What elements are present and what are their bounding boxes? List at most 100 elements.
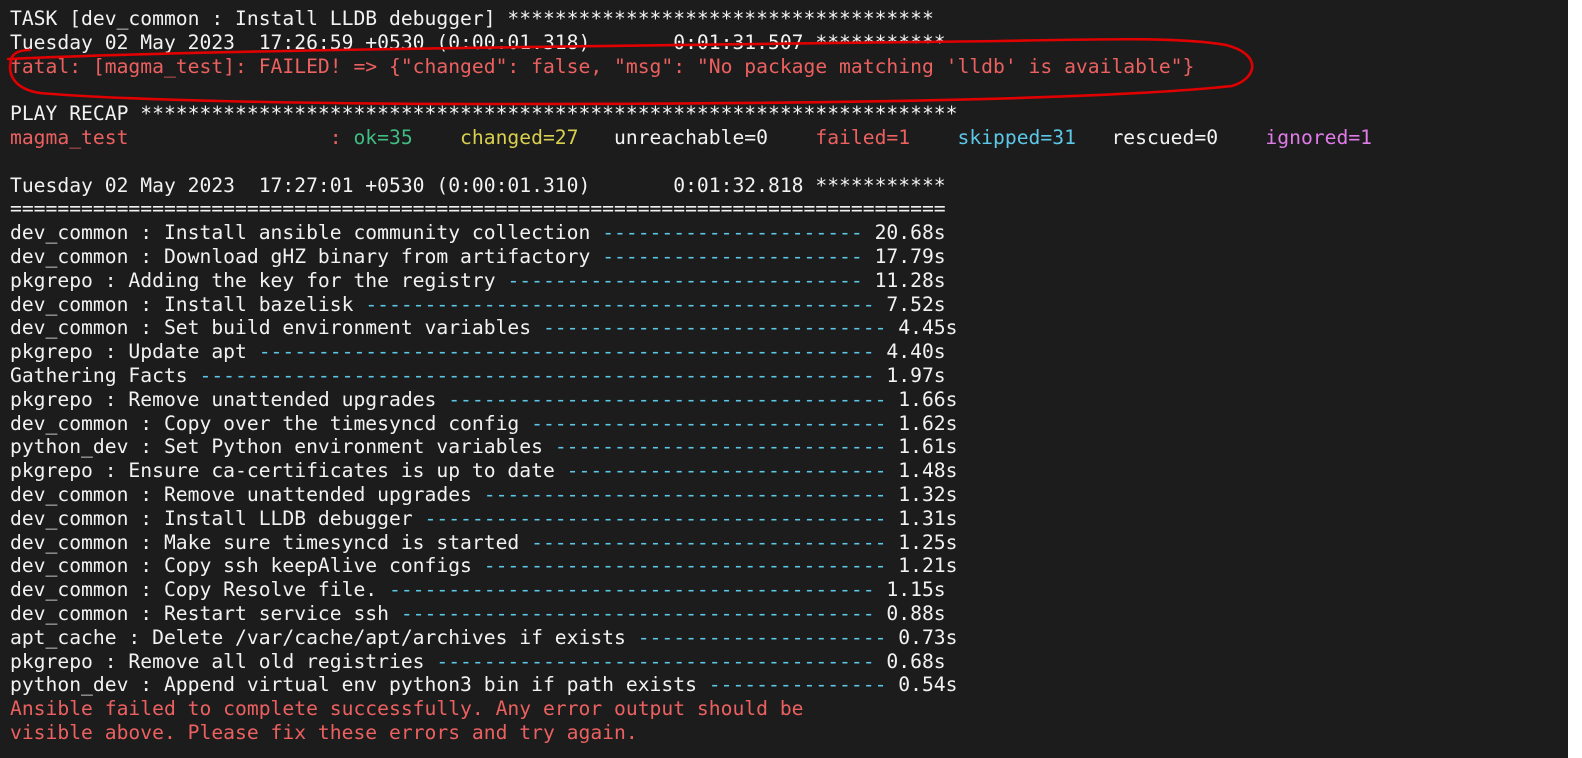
terminal-text: TASK [dev_common : Install LLDB debugger… — [10, 7, 934, 30]
terminal-window[interactable]: TASK [dev_common : Install LLDB debugger… — [0, 0, 1568, 758]
terminal-text: dev_common : Restart service ssh — [10, 601, 401, 625]
terminal-text: rescued=0 — [1099, 125, 1254, 149]
terminal-text: ---------------------------- — [554, 435, 887, 459]
terminal-line: dev_common : Copy over the timesyncd con… — [10, 412, 1372, 436]
terminal-line: Ansible failed to complete successfully.… — [10, 697, 1372, 721]
terminal-text: dev_common : Install LLDB debugger — [10, 506, 425, 530]
terminal-text: ok=35 — [353, 125, 449, 149]
terminal-text: fatal: [magma_test]: FAILED! => {"change… — [10, 54, 1195, 78]
terminal-text: --------------- — [708, 673, 887, 697]
terminal-line: dev_common : Copy Resolve file. --------… — [10, 578, 1372, 602]
terminal-text: 11.28s — [862, 268, 946, 292]
terminal-line: ========================================… — [10, 197, 1372, 221]
terminal-text: failed=1 — [803, 125, 946, 149]
terminal-text: skipped=31 — [945, 125, 1100, 149]
terminal-text: Gathering Facts — [10, 363, 200, 387]
terminal-text: dev_common : Install bazelisk — [10, 292, 366, 316]
terminal-line: PLAY RECAP *****************************… — [10, 102, 1372, 126]
terminal-line: dev_common : Download gHZ binary from ar… — [10, 245, 1372, 269]
window-margin — [1568, 0, 1582, 758]
terminal-text: dev_common : Download gHZ binary from ar… — [10, 244, 603, 268]
terminal-line: TASK [dev_common : Install LLDB debugger… — [10, 7, 1372, 31]
terminal-text: ----------------------------------------… — [199, 363, 875, 387]
terminal-text: 0.68s — [874, 649, 946, 673]
terminal-text: unreachable=0 — [602, 125, 804, 149]
terminal-text: dev_common : Remove unattended upgrades — [10, 482, 484, 506]
terminal-text: 1.48s — [886, 459, 958, 483]
terminal-text: ignored=1 — [1253, 125, 1373, 149]
terminal-line: dev_common : Restart service ssh -------… — [10, 602, 1372, 626]
terminal-text: ------------------------------ — [531, 411, 887, 435]
terminal-text: --------------------------------------- — [424, 506, 887, 530]
terminal-text: ----------------------------------------… — [365, 292, 875, 316]
terminal-line: pkgrepo : Adding the key for the registr… — [10, 269, 1372, 293]
terminal-text: 1.62s — [886, 411, 958, 435]
terminal-text: 17.79s — [862, 244, 946, 268]
terminal-text: dev_common : Copy Resolve file. — [10, 578, 389, 602]
terminal-line: dev_common : Copy ssh keepAlive configs … — [10, 554, 1372, 578]
terminal-text: PLAY RECAP *****************************… — [10, 102, 958, 126]
terminal-text: pkgrepo : Remove unattended upgrades — [10, 387, 449, 411]
terminal-output: TASK [dev_common : Install LLDB debugger… — [10, 7, 1372, 745]
terminal-text: 4.45s — [886, 316, 958, 340]
terminal-text: 4.40s — [874, 340, 946, 364]
terminal-text: dev_common : Install ansible community c… — [10, 221, 603, 245]
terminal-text: pkgrepo : Ensure ca-certificates is up t… — [10, 459, 567, 483]
terminal-text: 20.68s — [862, 221, 946, 245]
terminal-line: python_dev : Append virtual env python3 … — [10, 673, 1372, 697]
terminal-line: pkgrepo : Update apt -------------------… — [10, 340, 1372, 364]
terminal-line: dev_common : Install bazelisk ----------… — [10, 293, 1372, 317]
terminal-text: pkgrepo : Update apt — [10, 340, 259, 364]
terminal-text: 1.21s — [886, 554, 958, 578]
terminal-text: 0.73s — [886, 625, 958, 649]
terminal-text: pkgrepo : Adding the key for the registr… — [10, 268, 508, 292]
terminal-text: pkgrepo : Remove all old registries — [10, 649, 437, 673]
terminal-text: ------------------------------ — [507, 268, 863, 292]
terminal-text: Ansible failed to complete successfully.… — [10, 697, 804, 721]
terminal-text: 7.52s — [874, 292, 946, 316]
terminal-text: 1.25s — [886, 530, 958, 554]
terminal-line: Tuesday 02 May 2023 17:26:59 +0530 (0:00… — [10, 31, 1372, 55]
terminal-text: ========================================… — [10, 197, 946, 221]
terminal-text: 0.88s — [874, 601, 946, 625]
terminal-text: 1.61s — [886, 435, 958, 459]
terminal-line: pkgrepo : Remove unattended upgrades ---… — [10, 388, 1372, 412]
terminal-line: dev_common : Make sure timesyncd is star… — [10, 531, 1372, 555]
terminal-text: 1.31s — [886, 506, 958, 530]
terminal-line: Gathering Facts ------------------------… — [10, 364, 1372, 388]
terminal-line: dev_common : Remove unattended upgrades … — [10, 483, 1372, 507]
terminal-line: magma_test : ok=35 changed=27 unreachabl… — [10, 126, 1372, 150]
terminal-text: ---------------------------------------- — [400, 601, 875, 625]
terminal-text: --------------------------- — [566, 459, 887, 483]
terminal-text: 0.54s — [886, 673, 958, 697]
terminal-line: pkgrepo : Ensure ca-certificates is up t… — [10, 459, 1372, 483]
terminal-text: 1.97s — [874, 363, 946, 387]
terminal-text: python_dev : Append virtual env python3 … — [10, 673, 709, 697]
terminal-text: apt_cache : Delete /var/cache/apt/archiv… — [10, 625, 638, 649]
terminal-text: 1.15s — [874, 578, 946, 602]
terminal-text: python_dev : Set Python environment vari… — [10, 435, 555, 459]
terminal-line: visible above. Please fix these errors a… — [10, 721, 1372, 745]
terminal-text: ------------------------------------- — [448, 387, 887, 411]
terminal-text: ---------------------------------- — [483, 482, 887, 506]
terminal-text: visible above. Please fix these errors a… — [10, 720, 638, 744]
terminal-text: ---------------------- — [602, 244, 863, 268]
terminal-text: ----------------------------- — [542, 316, 887, 340]
terminal-text: ---------------------- — [602, 221, 863, 245]
terminal-text: magma_test : — [10, 125, 354, 149]
terminal-line: dev_common : Install LLDB debugger -----… — [10, 507, 1372, 531]
terminal-line: python_dev : Set Python environment vari… — [10, 435, 1372, 459]
terminal-text: ------------------------------ — [531, 530, 887, 554]
terminal-line: dev_common : Set build environment varia… — [10, 316, 1372, 340]
terminal-text: --------------------- — [637, 625, 887, 649]
terminal-text: dev_common : Copy over the timesyncd con… — [10, 411, 532, 435]
terminal-text: 1.32s — [886, 482, 958, 506]
terminal-text: 1.66s — [886, 387, 958, 411]
terminal-text: ---------------------------------- — [483, 554, 887, 578]
terminal-text: ------------------------------------- — [436, 649, 875, 673]
terminal-text: ----------------------------------------… — [258, 340, 875, 364]
terminal-text: Tuesday 02 May 2023 17:26:59 +0530 (0:00… — [10, 30, 946, 54]
terminal-text: Tuesday 02 May 2023 17:27:01 +0530 (0:00… — [10, 173, 946, 197]
terminal-text: dev_common : Set build environment varia… — [10, 316, 543, 340]
